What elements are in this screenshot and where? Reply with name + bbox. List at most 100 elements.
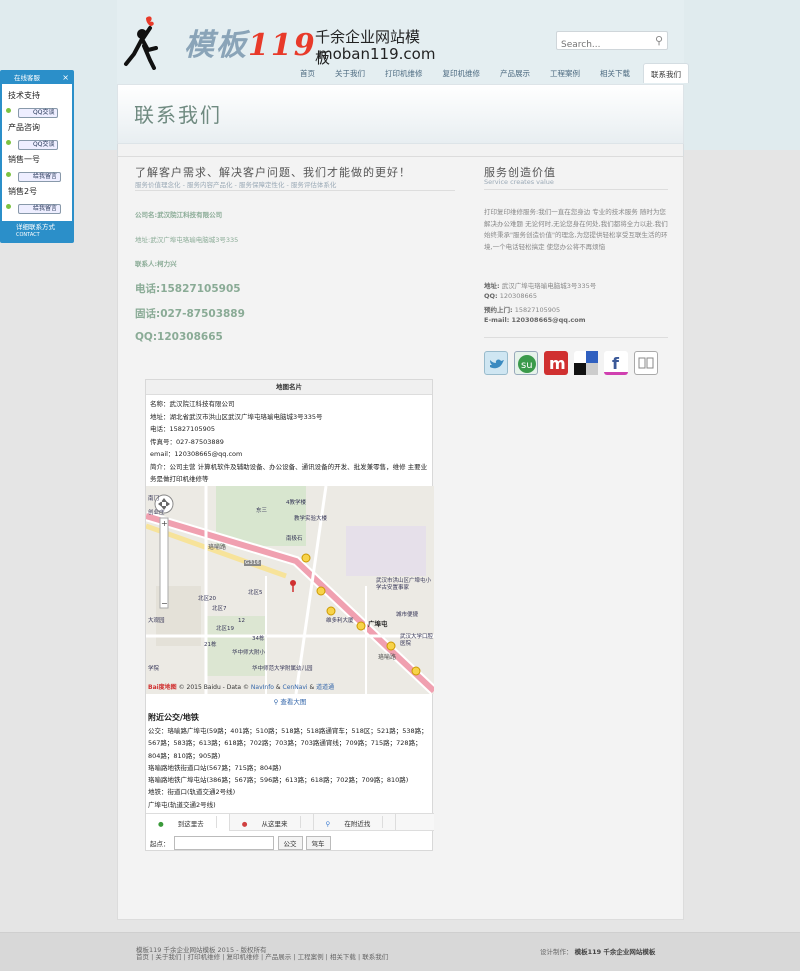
nav-about[interactable]: 关于我们 <box>328 63 372 83</box>
digg-icon[interactable] <box>634 351 658 375</box>
transit-line: 珞喻路地铁街道口站(567路；715路；804路) <box>148 763 282 772</box>
divider <box>484 337 668 338</box>
pin-icon: ● <box>158 820 164 828</box>
qq-service-widget: 在线客服 × 技术支持 QQ交谈 产品咨询 QQ交谈 销售一号 给我留言 销售2号… <box>0 70 74 243</box>
site-logo[interactable]: 模板119 千余企业网站模板 moban119.com <box>120 14 435 70</box>
search-input[interactable] <box>557 36 649 54</box>
nav-home[interactable]: 首页 <box>293 63 322 83</box>
divider <box>135 190 455 191</box>
map-card-title: 地图名片 <box>146 380 432 395</box>
map-label: 维多利大厦 <box>326 618 354 624</box>
transit-line: 地铁：街道口(轨道交通2号线) <box>148 788 236 797</box>
map-label: 34栋 <box>252 636 265 642</box>
qq-chat-button[interactable]: QQ交谈 <box>18 108 59 118</box>
route-tabs: ● 到这里去 ● 从这里来 ⚲ 在附近找 <box>146 813 434 831</box>
sidebar-qq: QQ: 120308665 <box>484 292 537 300</box>
sidebar-subheading: Service creates value <box>484 178 554 186</box>
qq-group-label: 产品咨询 <box>8 123 40 132</box>
bus-button[interactable]: 公交 <box>277 836 303 850</box>
map-card-fax: 传真号：027-87503889 <box>150 437 224 446</box>
tab-to-here[interactable]: ● 到这里去 <box>146 814 230 831</box>
twitter-icon[interactable] <box>484 351 508 375</box>
baidu-logo: Bai度地图 <box>148 684 177 691</box>
map-label: 21栋 <box>204 642 217 648</box>
qq-group-label: 技术支持 <box>8 91 40 100</box>
map-card-phone: 电话：15827105905 <box>150 425 215 433</box>
map-card-info: 名称：武汉院江科技有限公司 地址：湖北省武汉市洪山区武汉广埠屯珞瑜电脑城3号33… <box>146 395 432 486</box>
sidebar-appointment: 预约上门: 15827105905 <box>484 306 561 314</box>
tab-from-here[interactable]: ● 从这里来 <box>230 814 314 831</box>
facebook-icon[interactable]: f <box>604 351 628 375</box>
main-heading: 了解客户需求、解决客户问题、我们才能做的更好！ <box>135 166 411 179</box>
search-icon[interactable]: ⚲ <box>655 34 663 47</box>
main-subheading: 服务价值理念化 - 服务内容产品化 - 服务保障定性化 - 服务评估体系化 <box>135 181 337 189</box>
drive-button[interactable]: 驾车 <box>305 836 331 850</box>
leave-message-button[interactable]: 给我留言 <box>18 204 62 214</box>
svg-text:f: f <box>612 354 620 373</box>
nearby-transit: 附近公交/地铁 公交：珞喻路广埠屯(59路；401路；510路；518路；518… <box>148 712 432 811</box>
start-input[interactable] <box>173 836 274 850</box>
leave-message-button[interactable]: 给我留言 <box>18 172 62 182</box>
nav-cases[interactable]: 工程案例 <box>543 63 587 83</box>
logo-domain: moban119.com <box>318 45 436 63</box>
contact-qq: QQ:120308665 <box>135 331 223 343</box>
sidebar-paragraph: 打印复印维修服务:我们一直在您身边 专业的技术服务 随时为您解决办公难题 无论何… <box>484 208 668 251</box>
map-card-name: 名称：武汉院江科技有限公司 <box>150 400 235 408</box>
map-label: 北区19 <box>216 626 234 632</box>
online-dot-icon <box>6 172 11 177</box>
svg-text:+: + <box>161 519 168 528</box>
torch-runner-icon <box>124 16 158 70</box>
nav-copier-repair[interactable]: 复印机维修 <box>436 63 488 83</box>
magnifier-icon: ⚲ <box>325 820 331 828</box>
contact-phone: 电话:15827105905 <box>135 283 241 295</box>
map-label: 12 <box>238 618 245 624</box>
map-label: 武汉市洪山区广埠屯小学古安置事家 <box>376 578 432 591</box>
mixx-icon[interactable]: m <box>544 351 568 375</box>
map-label: 大观园 <box>148 618 165 624</box>
svg-text:su: su <box>521 360 533 371</box>
map-label: 南门 <box>148 496 160 502</box>
site-footer <box>0 932 800 971</box>
start-label: 起点： <box>150 840 170 848</box>
map-label: 珞喻路 <box>378 654 397 661</box>
qq-group-label: 销售2号 <box>8 187 38 196</box>
nav-contact[interactable]: 联系我们 <box>643 63 689 83</box>
nav-downloads[interactable]: 相关下载 <box>593 63 637 83</box>
map-label: 北区20 <box>198 596 216 602</box>
map-label: 珞喻路 <box>208 544 227 551</box>
view-larger-map-link[interactable]: ⚲ 查看大图 <box>146 696 434 706</box>
sidebar-email: E-mail: 120308665@qq.com <box>484 316 586 324</box>
route-start-row: 起点： 公交 驾车 <box>150 836 334 850</box>
delicious-icon[interactable] <box>574 351 598 375</box>
search-box: ⚲ <box>556 31 668 54</box>
transit-line: 公交：珞喻路广埠屯(59路；401路；510路；518路；518路通宵车；518… <box>148 727 428 760</box>
map-label: 武汉大学口腔医院 <box>400 634 434 647</box>
map-label: 华中师范大学附属幼儿园 <box>252 666 313 672</box>
pin-icon: ● <box>241 820 248 828</box>
qq-chat-button[interactable]: QQ交谈 <box>18 140 59 150</box>
tab-search-nearby[interactable]: ⚲ 在附近找 <box>314 814 397 831</box>
stumbleupon-icon[interactable]: su <box>514 351 538 375</box>
footer-links[interactable]: 首页 | 关于我们 | 打印机维修 | 复印机维修 | 产品展示 | 工程案例 … <box>136 953 416 961</box>
online-dot-icon <box>6 204 11 209</box>
baidu-map[interactable]: + − 4教学楼 教学实验大楼 南极石 创业庄 大观园 北区20 北区5 北区1… <box>146 486 434 694</box>
map-label: 华中师大附小 <box>232 650 266 656</box>
qq-widget-header: 在线客服 × <box>2 72 72 84</box>
company-address: 地址:武汉广埠屯珞瑜电脑城3号335 <box>135 236 239 244</box>
map-label: 广埠屯 <box>368 620 388 628</box>
map-copyright: Bai度地图 © 2015 Baidu - Data © NavInfo & C… <box>148 684 335 691</box>
transit-line: 珞喻路地铁广埠屯站(386路；567路；596路；613路；618路；702路；… <box>148 776 409 785</box>
online-dot-icon <box>6 140 11 145</box>
nav-printer-repair[interactable]: 打印机维修 <box>378 63 430 83</box>
map-label: 教学实验大楼 <box>294 516 328 522</box>
main-nav: 首页 关于我们 打印机维修 复印机维修 产品展示 工程案例 相关下载 联系我们 <box>290 63 692 83</box>
map-label: G316 <box>244 560 261 566</box>
svg-text:−: − <box>161 599 168 608</box>
close-icon[interactable]: × <box>62 72 69 84</box>
contact-details-button[interactable]: 详细联系方式 CONTACT <box>2 221 72 241</box>
map-card-address: 地址：湖北省武汉市洪山区武汉广埠屯珞瑜电脑城3号335号 <box>150 412 323 421</box>
map-card-email: email：120308665@qq.com <box>150 450 243 458</box>
online-dot-icon <box>6 108 11 113</box>
nav-products[interactable]: 产品展示 <box>493 63 537 83</box>
map-label: 南极石 <box>286 536 303 542</box>
